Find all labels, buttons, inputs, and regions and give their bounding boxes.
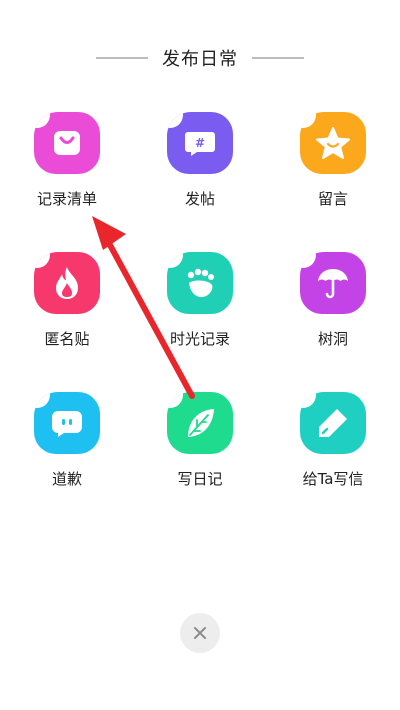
option-label: 树洞 [317,330,348,348]
svg-text:#: # [195,136,205,150]
option-time-record[interactable]: 时光记录 [140,252,260,372]
option-write-diary[interactable]: 写日记 [140,392,260,512]
close-button[interactable] [180,613,220,653]
header-title-row: 发布日常 [0,40,400,76]
star-smile-icon [300,112,366,174]
page-title: 发布日常 [162,49,238,70]
option-label: 发帖 [184,190,215,208]
chat-bubble-icon [34,392,100,454]
option-label: 匿名贴 [44,330,90,348]
leaf-icon [167,392,233,454]
option-label: 给Ta写信 [302,470,364,488]
hashtag-chat-icon: # [167,112,233,174]
footprint-icon [167,252,233,314]
option-message[interactable]: 留言 [273,112,393,232]
close-icon [194,627,206,639]
option-write-letter[interactable]: 给Ta写信 [273,392,393,512]
option-apology[interactable]: 道歉 [7,392,127,512]
option-label: 记录清单 [36,190,97,208]
option-label: 时光记录 [169,330,230,348]
shopping-bag-icon [34,112,100,174]
option-record-list[interactable]: 记录清单 [7,112,127,232]
option-tree-hole[interactable]: 树洞 [273,252,393,372]
umbrella-icon [300,252,366,314]
title-divider-left [96,57,148,59]
flame-icon [34,252,100,314]
option-label: 留言 [317,190,348,208]
option-anonymous-post[interactable]: 匿名贴 [7,252,127,372]
option-label: 道歉 [51,470,82,488]
option-post[interactable]: # 发帖 [140,112,260,232]
title-divider-right [252,57,304,59]
pen-icon [300,392,366,454]
option-label: 写日记 [177,470,223,488]
